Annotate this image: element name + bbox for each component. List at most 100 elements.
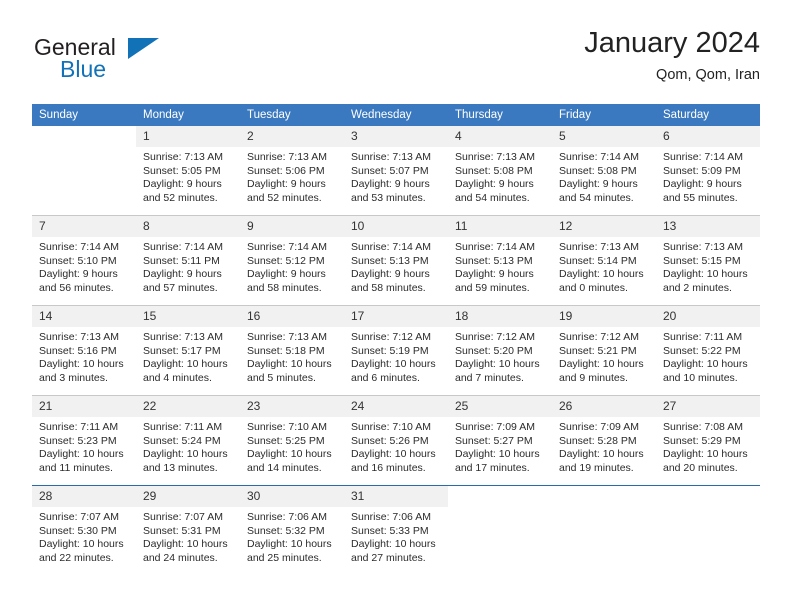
sunset-text: Sunset: 5:26 PM bbox=[351, 434, 429, 447]
calendar-day-cell[interactable]: 7 Sunrise: 7:14 AM Sunset: 5:10 PM Daylight… bbox=[32, 215, 136, 306]
calendar-day-cell[interactable]: 15 Sunrise: 7:13 AM Sunset: 5:17 PM Dayligh… bbox=[136, 305, 240, 396]
day-number: 23 bbox=[240, 396, 344, 417]
sunrise-text: Sunrise: 7:11 AM bbox=[663, 331, 743, 343]
day-number: 11 bbox=[448, 216, 552, 237]
sunset-text: Sunset: 5:29 PM bbox=[663, 434, 741, 447]
calendar-day-cell[interactable]: 24 Sunrise: 7:10 AM Sunset: 5:26 PM Dayligh… bbox=[344, 395, 448, 486]
calendar-day-cell[interactable]: 5 Sunrise: 7:14 AM Sunset: 5:08 PM Daylight… bbox=[552, 126, 656, 216]
sunrise-text: Sunrise: 7:08 AM bbox=[663, 421, 743, 433]
day-number bbox=[552, 486, 656, 507]
day-number: 25 bbox=[448, 396, 552, 417]
sunrise-text: Sunrise: 7:14 AM bbox=[663, 151, 743, 163]
calendar-day-cell[interactable]: 10 Sunrise: 7:14 AM Sunset: 5:13 PM Dayligh… bbox=[344, 215, 448, 306]
sunset-text: Sunset: 5:31 PM bbox=[143, 524, 221, 537]
day-details: Sunrise: 7:12 AM Sunset: 5:19 PM Daylight:… bbox=[344, 327, 448, 385]
sunrise-text: Sunrise: 7:07 AM bbox=[39, 511, 119, 523]
calendar-cell-empty bbox=[656, 485, 760, 575]
day-number: 22 bbox=[136, 396, 240, 417]
calendar-day-cell[interactable]: 26 Sunrise: 7:09 AM Sunset: 5:28 PM Dayligh… bbox=[552, 395, 656, 486]
calendar-day-cell[interactable]: 9 Sunrise: 7:14 AM Sunset: 5:12 PM Daylight… bbox=[240, 215, 344, 306]
sunrise-text: Sunrise: 7:11 AM bbox=[143, 421, 223, 433]
brand-logo[interactable]: General Blue bbox=[32, 34, 252, 90]
calendar-day-cell[interactable]: 4 Sunrise: 7:13 AM Sunset: 5:08 PM Daylight… bbox=[448, 126, 552, 216]
sunrise-text: Sunrise: 7:14 AM bbox=[143, 241, 223, 253]
day-details: Sunrise: 7:13 AM Sunset: 5:15 PM Daylight:… bbox=[656, 237, 760, 295]
sunset-text: Sunset: 5:05 PM bbox=[143, 164, 221, 177]
day-number: 26 bbox=[552, 396, 656, 417]
sunrise-text: Sunrise: 7:14 AM bbox=[559, 151, 639, 163]
day-number bbox=[32, 126, 136, 147]
calendar-grid: Sunday Monday Tuesday Wednesday Thursday… bbox=[32, 104, 760, 575]
calendar-day-cell[interactable]: 3 Sunrise: 7:13 AM Sunset: 5:07 PM Daylight… bbox=[344, 126, 448, 216]
daylight-text: Daylight: 10 hours and 9 minutes. bbox=[559, 358, 644, 384]
weekday-header-sunday: Sunday bbox=[32, 104, 136, 126]
calendar-day-cell[interactable]: 13 Sunrise: 7:13 AM Sunset: 5:15 PM Dayligh… bbox=[656, 215, 760, 306]
sunrise-text: Sunrise: 7:12 AM bbox=[559, 331, 639, 343]
sunset-text: Sunset: 5:16 PM bbox=[39, 344, 117, 357]
calendar-day-cell[interactable]: 27 Sunrise: 7:08 AM Sunset: 5:29 PM Dayligh… bbox=[656, 395, 760, 486]
calendar-day-cell[interactable]: 16 Sunrise: 7:13 AM Sunset: 5:18 PM Dayligh… bbox=[240, 305, 344, 396]
sunset-text: Sunset: 5:33 PM bbox=[351, 524, 429, 537]
day-details: Sunrise: 7:13 AM Sunset: 5:18 PM Daylight:… bbox=[240, 327, 344, 385]
day-number: 9 bbox=[240, 216, 344, 237]
daylight-text: Daylight: 9 hours and 53 minutes. bbox=[351, 178, 430, 204]
calendar-day-cell[interactable]: 22 Sunrise: 7:11 AM Sunset: 5:24 PM Dayligh… bbox=[136, 395, 240, 486]
calendar-day-cell[interactable]: 29 Sunrise: 7:07 AM Sunset: 5:31 PM Dayligh… bbox=[136, 485, 240, 575]
daylight-text: Daylight: 9 hours and 58 minutes. bbox=[351, 268, 430, 294]
calendar-day-cell[interactable]: 14 Sunrise: 7:13 AM Sunset: 5:16 PM Dayligh… bbox=[32, 305, 136, 396]
calendar-page: General Blue January 2024 Qom, Qom, Iran… bbox=[0, 0, 792, 612]
daylight-text: Daylight: 9 hours and 52 minutes. bbox=[143, 178, 222, 204]
day-details: Sunrise: 7:14 AM Sunset: 5:09 PM Daylight:… bbox=[656, 147, 760, 205]
day-number bbox=[448, 486, 552, 507]
day-number: 15 bbox=[136, 306, 240, 327]
sunrise-text: Sunrise: 7:09 AM bbox=[455, 421, 535, 433]
calendar-day-cell[interactable]: 21 Sunrise: 7:11 AM Sunset: 5:23 PM Dayligh… bbox=[32, 395, 136, 486]
sunrise-text: Sunrise: 7:13 AM bbox=[559, 241, 639, 253]
calendar-day-cell[interactable]: 2 Sunrise: 7:13 AM Sunset: 5:06 PM Daylight… bbox=[240, 126, 344, 216]
daylight-text: Daylight: 10 hours and 20 minutes. bbox=[663, 448, 748, 474]
day-details: Sunrise: 7:14 AM Sunset: 5:13 PM Daylight:… bbox=[448, 237, 552, 295]
sunrise-text: Sunrise: 7:10 AM bbox=[351, 421, 431, 433]
sunrise-text: Sunrise: 7:13 AM bbox=[247, 151, 327, 163]
day-number: 14 bbox=[32, 306, 136, 327]
daylight-text: Daylight: 10 hours and 13 minutes. bbox=[143, 448, 228, 474]
calendar-day-cell[interactable]: 1 Sunrise: 7:13 AM Sunset: 5:05 PM Daylight… bbox=[136, 126, 240, 216]
calendar-day-cell[interactable]: 30 Sunrise: 7:06 AM Sunset: 5:32 PM Dayligh… bbox=[240, 485, 344, 575]
calendar-day-cell[interactable]: 18 Sunrise: 7:12 AM Sunset: 5:20 PM Dayligh… bbox=[448, 305, 552, 396]
calendar-day-cell[interactable]: 28 Sunrise: 7:07 AM Sunset: 5:30 PM Dayligh… bbox=[32, 485, 136, 575]
calendar-day-cell[interactable]: 6 Sunrise: 7:14 AM Sunset: 5:09 PM Daylight… bbox=[656, 126, 760, 216]
daylight-text: Daylight: 10 hours and 7 minutes. bbox=[455, 358, 540, 384]
calendar-day-cell[interactable]: 19 Sunrise: 7:12 AM Sunset: 5:21 PM Dayligh… bbox=[552, 305, 656, 396]
sunrise-text: Sunrise: 7:14 AM bbox=[455, 241, 535, 253]
calendar-day-cell[interactable]: 17 Sunrise: 7:12 AM Sunset: 5:19 PM Dayligh… bbox=[344, 305, 448, 396]
day-details: Sunrise: 7:14 AM Sunset: 5:13 PM Daylight:… bbox=[344, 237, 448, 295]
calendar-day-cell[interactable]: 12 Sunrise: 7:13 AM Sunset: 5:14 PM Dayligh… bbox=[552, 215, 656, 306]
calendar-day-cell[interactable]: 25 Sunrise: 7:09 AM Sunset: 5:27 PM Dayligh… bbox=[448, 395, 552, 486]
calendar-day-cell[interactable]: 11 Sunrise: 7:14 AM Sunset: 5:13 PM Dayligh… bbox=[448, 215, 552, 306]
daylight-text: Daylight: 10 hours and 14 minutes. bbox=[247, 448, 332, 474]
weekday-header-saturday: Saturday bbox=[656, 104, 760, 126]
day-details: Sunrise: 7:13 AM Sunset: 5:14 PM Daylight:… bbox=[552, 237, 656, 295]
sunrise-text: Sunrise: 7:07 AM bbox=[143, 511, 223, 523]
sunset-text: Sunset: 5:17 PM bbox=[143, 344, 221, 357]
day-number: 3 bbox=[344, 126, 448, 147]
calendar-day-cell[interactable]: 20 Sunrise: 7:11 AM Sunset: 5:22 PM Dayligh… bbox=[656, 305, 760, 396]
calendar-day-cell[interactable]: 8 Sunrise: 7:14 AM Sunset: 5:11 PM Daylight… bbox=[136, 215, 240, 306]
day-number: 24 bbox=[344, 396, 448, 417]
day-number: 29 bbox=[136, 486, 240, 507]
calendar-week-row: 14 Sunrise: 7:13 AM Sunset: 5:16 PM Dayligh… bbox=[32, 305, 760, 396]
daylight-text: Daylight: 9 hours and 57 minutes. bbox=[143, 268, 222, 294]
day-details: Sunrise: 7:13 AM Sunset: 5:08 PM Daylight:… bbox=[448, 147, 552, 205]
sunset-text: Sunset: 5:20 PM bbox=[455, 344, 533, 357]
calendar-day-cell[interactable]: 23 Sunrise: 7:10 AM Sunset: 5:25 PM Dayligh… bbox=[240, 395, 344, 486]
sunset-text: Sunset: 5:06 PM bbox=[247, 164, 325, 177]
calendar-header-row: Sunday Monday Tuesday Wednesday Thursday… bbox=[32, 104, 760, 126]
daylight-text: Daylight: 10 hours and 2 minutes. bbox=[663, 268, 748, 294]
calendar-day-cell[interactable]: 31 Sunrise: 7:06 AM Sunset: 5:33 PM Dayligh… bbox=[344, 485, 448, 575]
sunset-text: Sunset: 5:30 PM bbox=[39, 524, 117, 537]
day-details: Sunrise: 7:10 AM Sunset: 5:26 PM Daylight:… bbox=[344, 417, 448, 475]
sunset-text: Sunset: 5:08 PM bbox=[559, 164, 637, 177]
daylight-text: Daylight: 10 hours and 10 minutes. bbox=[663, 358, 748, 384]
day-number: 10 bbox=[344, 216, 448, 237]
day-details: Sunrise: 7:12 AM Sunset: 5:20 PM Daylight:… bbox=[448, 327, 552, 385]
